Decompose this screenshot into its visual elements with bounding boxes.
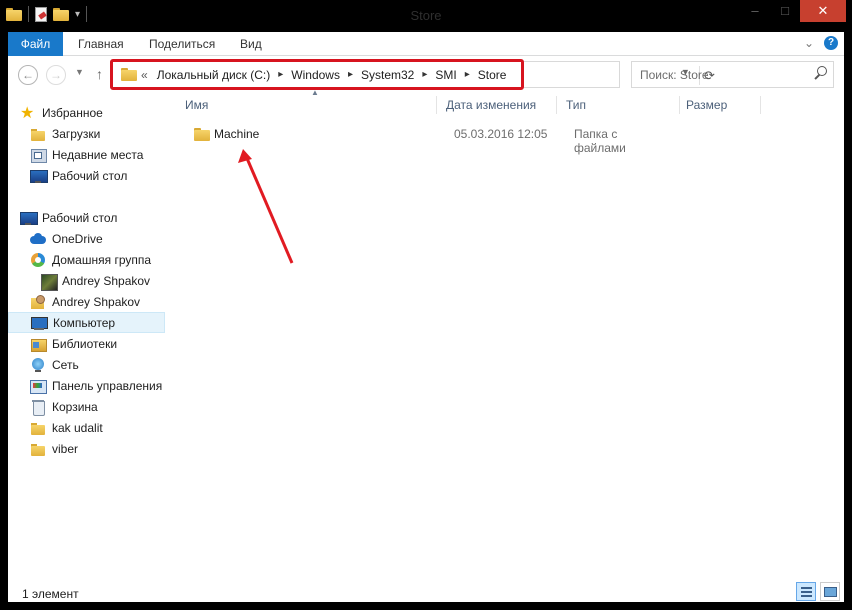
tab-view[interactable]: Вид [240,32,262,56]
chevron-down-icon[interactable]: ⌄ [804,36,814,50]
file-type: Папка с файлами [574,127,626,155]
user-folder-icon [30,294,46,310]
details-view-icon [801,587,812,597]
libraries-icon [30,336,47,352]
sidebar-item-downloads[interactable]: Загрузки [30,123,166,144]
sidebar-item-desktop-root[interactable]: Рабочий стол [20,207,166,228]
column-header-date[interactable]: Дата изменения [446,94,536,116]
desktop-icon [30,168,48,184]
details-view-button[interactable] [796,582,816,601]
sort-ascending-icon: ▲ [311,88,319,97]
explorer-window: ▾ Store – □ ✕ Файл Главная Поделиться Ви… [0,0,852,610]
minimize-button[interactable]: – [740,0,770,22]
title-bar: ▾ Store – □ ✕ [0,0,852,32]
column-divider[interactable] [556,96,557,114]
user-avatar-icon [40,273,58,291]
recent-places-icon [30,147,47,163]
onedrive-icon [30,231,46,247]
close-button[interactable]: ✕ [800,0,846,22]
ribbon-controls: ⌄ ? [804,36,838,50]
window-title: Store [410,8,442,23]
status-bar: 1 элемент [8,582,844,602]
navigation-bar: ← → ▼ ↑ « Локальный диск (C:) ▸ Windows … [8,57,844,93]
sidebar-item-kak-udalit[interactable]: kak udalit [30,417,166,438]
desktop-icon [20,210,38,226]
search-placeholder: Поиск: Store [640,68,709,82]
recent-locations-icon[interactable]: ▼ [75,67,84,77]
item-count: 1 элемент [22,587,79,601]
column-divider[interactable] [436,96,437,114]
sidebar-item-favorites[interactable]: Избранное [20,102,166,123]
column-divider[interactable] [760,96,761,114]
sidebar-item-desktop[interactable]: Рабочий стол [30,165,166,186]
sidebar-item-libraries[interactable]: Библиотеки [30,333,166,354]
sidebar-item-user-folder[interactable]: Andrey Shpakov [30,291,166,312]
list-item[interactable]: Machine 05.03.2016 12:05 Папка с файлами [184,124,664,155]
column-divider[interactable] [679,96,680,114]
navigation-pane: Избранное Загрузки Недавние места Рабочи… [8,94,166,582]
sidebar-item-viber[interactable]: viber [30,438,166,459]
column-header-type[interactable]: Тип [566,94,586,116]
sidebar-item-control-panel[interactable]: Панель управления [30,375,166,396]
star-icon [20,103,36,123]
homegroup-icon [30,252,46,268]
column-header-name[interactable]: Имя [185,94,208,116]
sidebar-item-recycle-bin[interactable]: Корзина [30,396,166,417]
search-input[interactable]: Поиск: Store [631,61,834,88]
file-name: Machine [214,127,260,141]
help-icon[interactable]: ? [824,36,838,50]
file-date: 05.03.2016 12:05 [454,127,548,141]
large-icons-view-icon [824,587,837,597]
tab-share[interactable]: Поделиться [149,32,215,56]
view-toggle [796,582,840,601]
tab-file[interactable]: Файл [8,32,63,56]
window-controls: – □ ✕ [740,0,846,22]
computer-icon [31,315,48,331]
control-panel-icon [30,378,47,394]
large-icons-view-button[interactable] [820,582,840,601]
sidebar-item-homegroup[interactable]: Домашняя группа [30,249,166,270]
network-icon [30,357,46,373]
sidebar-item-homegroup-user[interactable]: Andrey Shpakov [40,270,166,291]
highlight-box [110,59,524,90]
up-button[interactable]: ↑ [96,66,103,82]
folder-icon [30,420,46,436]
tab-home[interactable]: Главная [78,32,124,56]
maximize-button[interactable]: □ [770,0,800,22]
recycle-bin-icon [30,399,46,416]
client-area: Файл Главная Поделиться Вид ⌄ ? ← → ▼ ↑ … [8,32,844,602]
folder-icon [194,128,210,144]
search-icon[interactable] [814,66,827,79]
ribbon: Файл Главная Поделиться Вид ⌄ ? [8,32,844,56]
column-header-size[interactable]: Размер [686,94,727,116]
folder-icon [30,441,46,457]
sidebar-item-network[interactable]: Сеть [30,354,166,375]
forward-button[interactable]: → [46,65,66,85]
sidebar-item-onedrive[interactable]: OneDrive [30,228,166,249]
folder-icon [30,126,46,142]
sidebar-item-recent-places[interactable]: Недавние места [30,144,166,165]
sidebar-item-computer[interactable]: Компьютер [8,312,165,333]
file-list: ▲ Имя Дата изменения Тип Размер Machine … [174,88,844,582]
back-button[interactable]: ← [18,65,38,85]
